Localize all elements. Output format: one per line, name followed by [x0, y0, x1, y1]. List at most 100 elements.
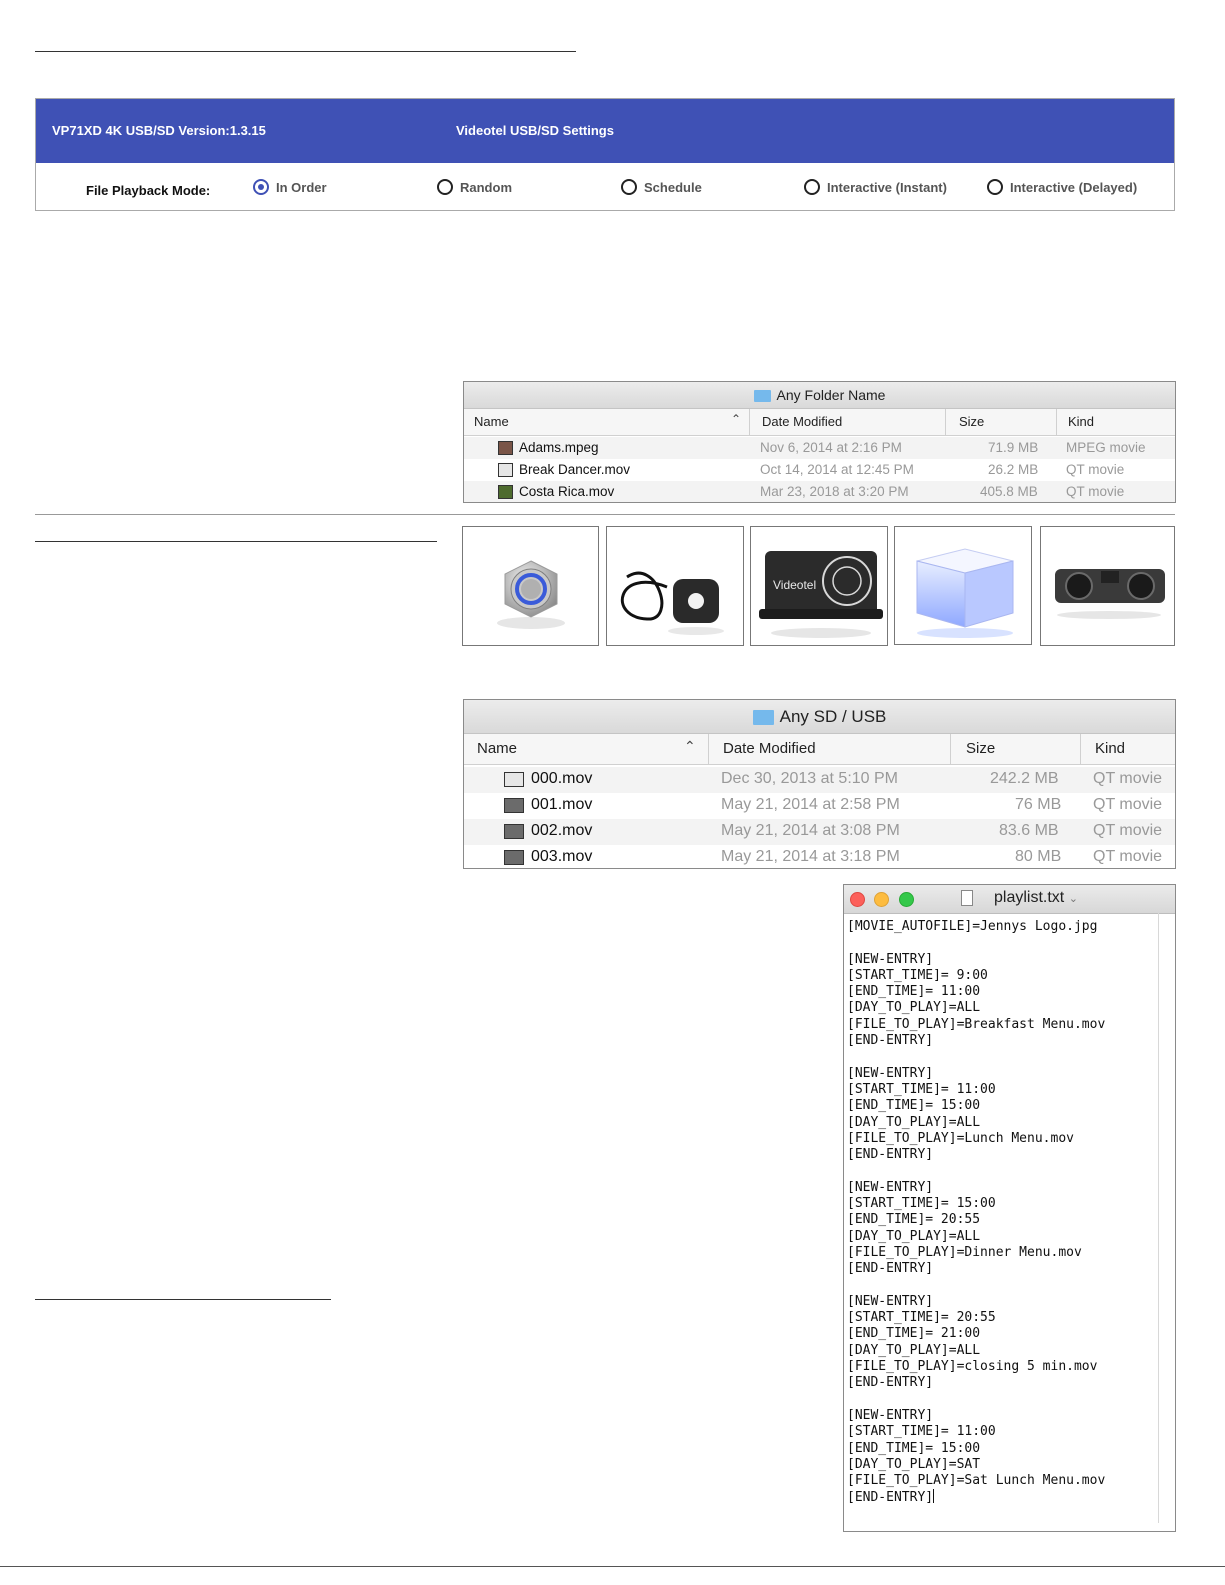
video-thumbnail-icon: [504, 772, 524, 787]
file-row[interactable]: Adams.mpeg Nov 6, 2014 at 2:16 PM 71.9 M…: [464, 437, 1175, 459]
editor-scroll-track[interactable]: [1158, 913, 1159, 1523]
file-name: 001.mov: [531, 796, 593, 813]
file-size: 76 MB: [1015, 796, 1062, 813]
radio-selected-icon: [253, 179, 269, 195]
finder-titlebar: Any SD / USB: [464, 700, 1175, 734]
radio-label: Interactive (Delayed): [1010, 179, 1138, 195]
column-header-row: Name ⌃ Date Modified Size Kind: [464, 409, 1175, 436]
video-thumbnail-icon: [504, 798, 524, 813]
finder-window-sd-usb: Any SD / USB Name ⌃ Date Modified Size K…: [463, 699, 1176, 869]
editor-filename[interactable]: playlist.txt ⌄: [994, 889, 1078, 907]
column-header-kind[interactable]: Kind: [1068, 414, 1094, 429]
file-row[interactable]: Break Dancer.mov Oct 14, 2014 at 12:45 P…: [464, 459, 1175, 481]
sort-ascending-icon[interactable]: ⌃: [731, 412, 741, 426]
file-kind: QT movie: [1093, 822, 1163, 839]
radio-empty-icon: [437, 179, 453, 195]
file-date: Mar 23, 2018 at 3:20 PM: [760, 484, 909, 499]
settings-panel: VP71XD 4K USB/SD Version:1.3.15 Videotel…: [35, 98, 1175, 211]
device-brand-label: Videotel: [773, 578, 816, 592]
finder-window-folder: Any Folder Name Name ⌃ Date Modified Siz…: [463, 381, 1176, 503]
sort-ascending-icon[interactable]: ⌃: [684, 738, 696, 755]
accessory-tile-proximity-sensor: [1040, 526, 1175, 646]
close-window-icon[interactable]: [850, 892, 865, 907]
file-date: Nov 6, 2014 at 2:16 PM: [760, 440, 902, 455]
editor-filename-text: playlist.txt: [994, 889, 1065, 906]
accessory-tile-wave-sensor: Videotel: [750, 526, 888, 646]
editor-content[interactable]: [MOVIE_AUTOFILE]=Jennys Logo.jpg [NEW-EN…: [847, 919, 1105, 1507]
light-box-image: [916, 548, 1014, 638]
file-name: 000.mov: [531, 770, 593, 787]
version-label: VP71XD 4K USB/SD Version:1.3.15: [52, 123, 266, 138]
radio-label: Random: [460, 179, 512, 195]
file-name: Adams.mpeg: [519, 440, 599, 455]
editor-titlebar: playlist.txt ⌄: [844, 885, 1175, 914]
column-header-date[interactable]: Date Modified: [723, 740, 816, 757]
video-thumbnail-icon: [498, 441, 513, 455]
column-header-size[interactable]: Size: [959, 414, 984, 429]
radio-empty-icon: [987, 179, 1003, 195]
column-header-date[interactable]: Date Modified: [762, 414, 842, 429]
radio-empty-icon: [621, 179, 637, 195]
zoom-window-icon[interactable]: [899, 892, 914, 907]
file-name: 002.mov: [531, 822, 593, 839]
video-thumbnail-icon: [504, 824, 524, 839]
editor-text: [MOVIE_AUTOFILE]=Jennys Logo.jpg [NEW-EN…: [847, 919, 1106, 1506]
file-size: 242.2 MB: [990, 770, 1059, 787]
accessory-tile-motion-sensor: [606, 526, 744, 646]
panel-title: Videotel USB/SD Settings: [456, 123, 614, 138]
minimize-window-icon[interactable]: [874, 892, 889, 907]
column-header-size[interactable]: Size: [966, 740, 995, 757]
file-name: Costa Rica.mov: [519, 484, 615, 499]
column-header-name[interactable]: Name: [474, 414, 509, 429]
wave-sensor-image: Videotel: [759, 551, 883, 638]
file-row[interactable]: 002.mov May 21, 2014 at 3:08 PM 83.6 MB …: [464, 819, 1175, 845]
file-date: May 21, 2014 at 3:18 PM: [721, 848, 900, 865]
file-date: May 21, 2014 at 2:58 PM: [721, 796, 900, 813]
file-row[interactable]: 000.mov Dec 30, 2013 at 5:10 PM 242.2 MB…: [464, 767, 1175, 793]
finder-title: Any SD / USB: [779, 706, 887, 726]
file-size: 83.6 MB: [999, 822, 1059, 839]
column-header-kind[interactable]: Kind: [1095, 740, 1125, 757]
file-date: Oct 14, 2014 at 12:45 PM: [760, 462, 914, 477]
text-caret: [933, 1489, 935, 1504]
file-kind: QT movie: [1093, 848, 1163, 865]
radio-interactive-instant[interactable]: Interactive (Instant): [804, 179, 947, 195]
radio-interactive-delayed[interactable]: Interactive (Delayed): [987, 179, 1137, 195]
section-rule-left: [35, 541, 437, 542]
file-row[interactable]: Costa Rica.mov Mar 23, 2018 at 3:20 PM 4…: [464, 481, 1175, 502]
radio-random[interactable]: Random: [437, 179, 512, 195]
file-date: Dec 30, 2013 at 5:10 PM: [721, 770, 898, 787]
radio-label: Interactive (Instant): [827, 179, 947, 195]
text-editor-window: playlist.txt ⌄ [MOVIE_AUTOFILE]=Jennys L…: [843, 884, 1176, 1532]
section-rule-middle: [35, 514, 1175, 515]
page-bottom-rule: [0, 1566, 1225, 1567]
accessory-tile-light-box: [894, 526, 1032, 645]
document-icon: [961, 890, 973, 906]
section-rule-lower: [35, 1299, 331, 1300]
folder-icon: [752, 710, 774, 725]
file-date: May 21, 2014 at 3:08 PM: [721, 822, 900, 839]
file-size: 80 MB: [1015, 848, 1062, 865]
video-thumbnail-icon: [504, 850, 524, 865]
file-size: 26.2 MB: [988, 462, 1039, 477]
radio-label: In Order: [276, 179, 327, 195]
proximity-sensor-image: [1055, 569, 1165, 619]
motion-sensor-image: [620, 571, 724, 635]
radio-schedule[interactable]: Schedule: [621, 179, 702, 195]
file-kind: QT movie: [1093, 770, 1163, 787]
chevron-down-icon: ⌄: [1068, 893, 1078, 905]
push-button-image: [497, 560, 565, 629]
file-kind: QT movie: [1066, 462, 1125, 477]
file-row[interactable]: 003.mov May 21, 2014 at 3:18 PM 80 MB QT…: [464, 845, 1175, 868]
finder-titlebar: Any Folder Name: [464, 382, 1175, 409]
folder-icon: [753, 390, 771, 402]
column-header-name[interactable]: Name: [477, 740, 517, 757]
playback-mode-row: File Playback Mode: In Order Random Sche…: [36, 163, 1174, 211]
file-kind: MPEG movie: [1066, 440, 1146, 455]
video-thumbnail-icon: [498, 485, 513, 499]
file-kind: QT movie: [1066, 484, 1125, 499]
file-size: 405.8 MB: [980, 484, 1038, 499]
radio-label: Schedule: [644, 179, 702, 195]
radio-in-order[interactable]: In Order: [253, 179, 327, 195]
file-row[interactable]: 001.mov May 21, 2014 at 2:58 PM 76 MB QT…: [464, 793, 1175, 819]
